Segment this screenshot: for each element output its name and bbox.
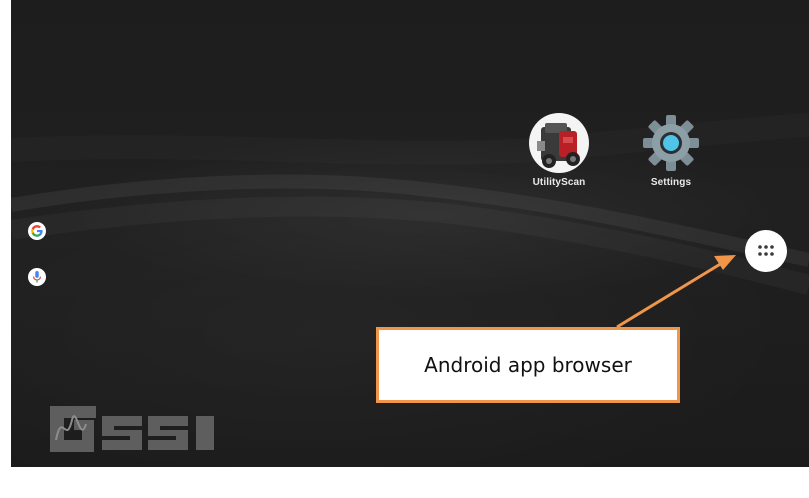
- app-label-utilityscan: UtilityScan: [532, 177, 586, 188]
- google-icon: [31, 225, 43, 237]
- voice-search-button[interactable]: [28, 268, 46, 286]
- gear-icon: [641, 113, 701, 173]
- app-settings[interactable]: Settings: [641, 113, 701, 188]
- app-label-settings: Settings: [650, 177, 692, 188]
- microphone-icon: [32, 271, 42, 283]
- gssi-logo: [50, 406, 214, 452]
- annotation-callout: Android app browser: [376, 327, 680, 403]
- google-search-button[interactable]: [28, 222, 46, 240]
- utilityscan-icon: [529, 113, 589, 173]
- app-drawer-icon: [758, 245, 774, 256]
- app-utilityscan[interactable]: UtilityScan: [529, 113, 589, 188]
- callout-text: Android app browser: [424, 353, 632, 377]
- app-drawer-button[interactable]: [745, 230, 787, 272]
